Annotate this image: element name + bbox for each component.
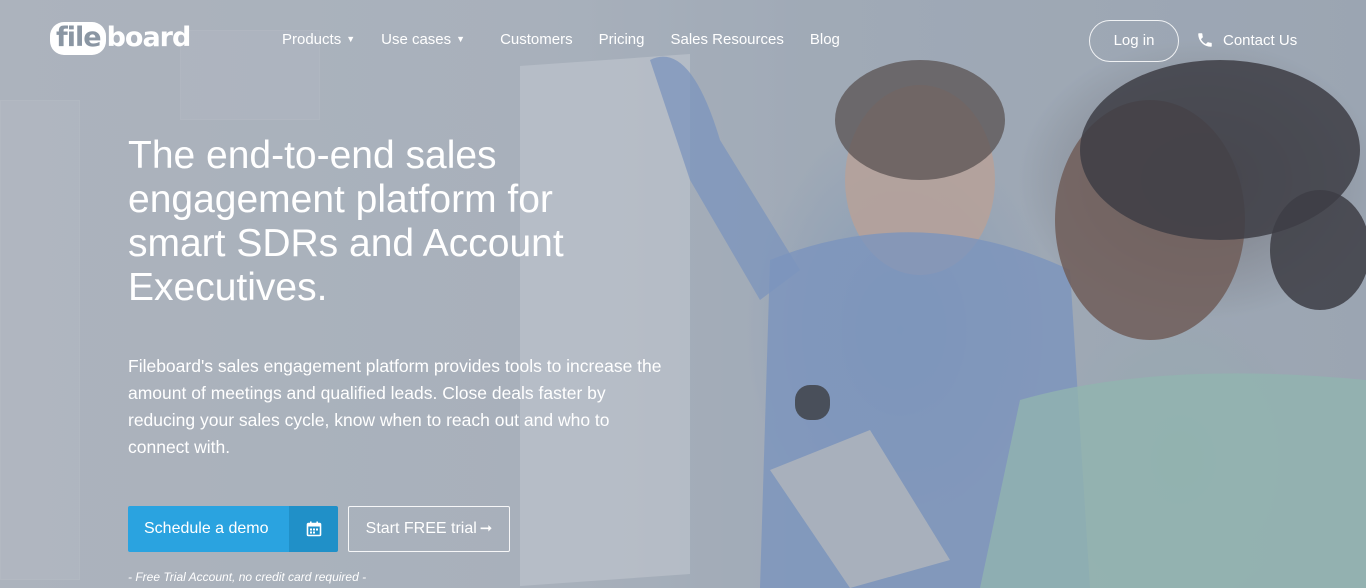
main-nav: Products ▼ Use cases ▼ Customers Pricing S… — [282, 31, 840, 48]
calendar-icon — [289, 506, 338, 552]
nav-item-products[interactable]: Products ▼ — [282, 31, 355, 48]
hero-headline: The end-to-end sales engagement platform… — [128, 134, 564, 309]
nav-item-use-cases[interactable]: Use cases ▼ — [381, 31, 465, 48]
schedule-demo-button[interactable]: Schedule a demo — [128, 506, 338, 552]
caret-down-icon: ▼ — [456, 34, 466, 44]
arrow-right-icon: ➞ — [479, 520, 493, 537]
caret-down-icon: ▼ — [346, 34, 356, 44]
hero-subcopy: Fileboard's sales engagement platform pr… — [128, 356, 662, 457]
login-button[interactable]: Log in — [1089, 20, 1179, 62]
nav-item-pricing[interactable]: Pricing — [599, 31, 645, 48]
nav-item-customers[interactable]: Customers — [500, 31, 573, 48]
fileboard-logo[interactable]: file board — [50, 22, 191, 55]
phone-icon — [1196, 31, 1214, 49]
nav-item-sales-resources[interactable]: Sales Resources — [670, 31, 783, 48]
contact-us-link[interactable]: Contact Us — [1196, 31, 1297, 49]
start-free-trial-button[interactable]: Start FREE trial ➞ — [348, 506, 510, 552]
nav-item-blog[interactable]: Blog — [810, 31, 840, 48]
free-trial-note: - Free Trial Account, no credit card req… — [128, 570, 367, 584]
site-header: file board Products ▼ Use cases ▼ Customers… — [0, 0, 1366, 80]
